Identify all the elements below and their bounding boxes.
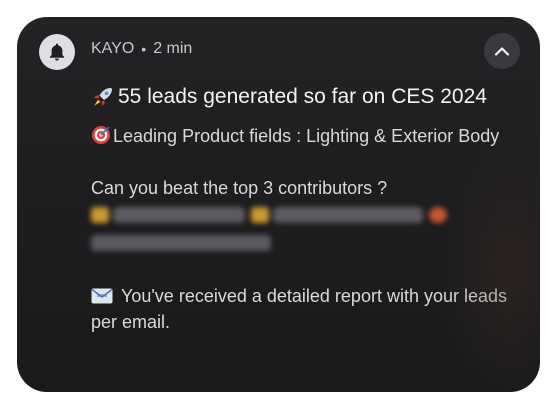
- app-icon: [39, 34, 75, 70]
- header-separator: •: [141, 41, 147, 57]
- bell-icon: [50, 43, 64, 61]
- notification-header: KAYO • 2 min: [91, 40, 192, 58]
- notification-title-text: 55 leads generated so far on CES 2024: [118, 85, 487, 108]
- blurred-line-1: [91, 207, 451, 223]
- body-report: You've received a detailed report with y…: [91, 283, 521, 335]
- rocket-emoji-icon: [94, 88, 112, 106]
- chevron-up-icon: [494, 47, 510, 56]
- app-name: KAYO: [91, 40, 135, 57]
- body-question: Can you beat the top 3 contributors ?: [91, 178, 388, 198]
- body-report-text: You've received a detailed report with y…: [91, 286, 508, 332]
- body-line-product-fields: Leading Product fields : Lighting & Exte…: [91, 123, 521, 149]
- notification-body: Leading Product fields : Lighting & Exte…: [91, 123, 521, 335]
- target-emoji-icon: [92, 126, 110, 144]
- blurred-line-2: [91, 235, 277, 251]
- notification-title: 55 leads generated so far on CES 2024: [91, 85, 531, 109]
- collapse-button[interactable]: [484, 33, 520, 69]
- body-line-product-fields-text: Leading Product fields : Lighting & Exte…: [113, 126, 500, 146]
- notification-time: 2 min: [153, 40, 193, 57]
- notification-card[interactable]: KAYO • 2 min 55 leads generated so far o…: [17, 17, 540, 392]
- email-emoji-icon: [91, 288, 113, 304]
- blurred-contributors: [91, 205, 521, 257]
- body-spacer-2: [91, 257, 521, 283]
